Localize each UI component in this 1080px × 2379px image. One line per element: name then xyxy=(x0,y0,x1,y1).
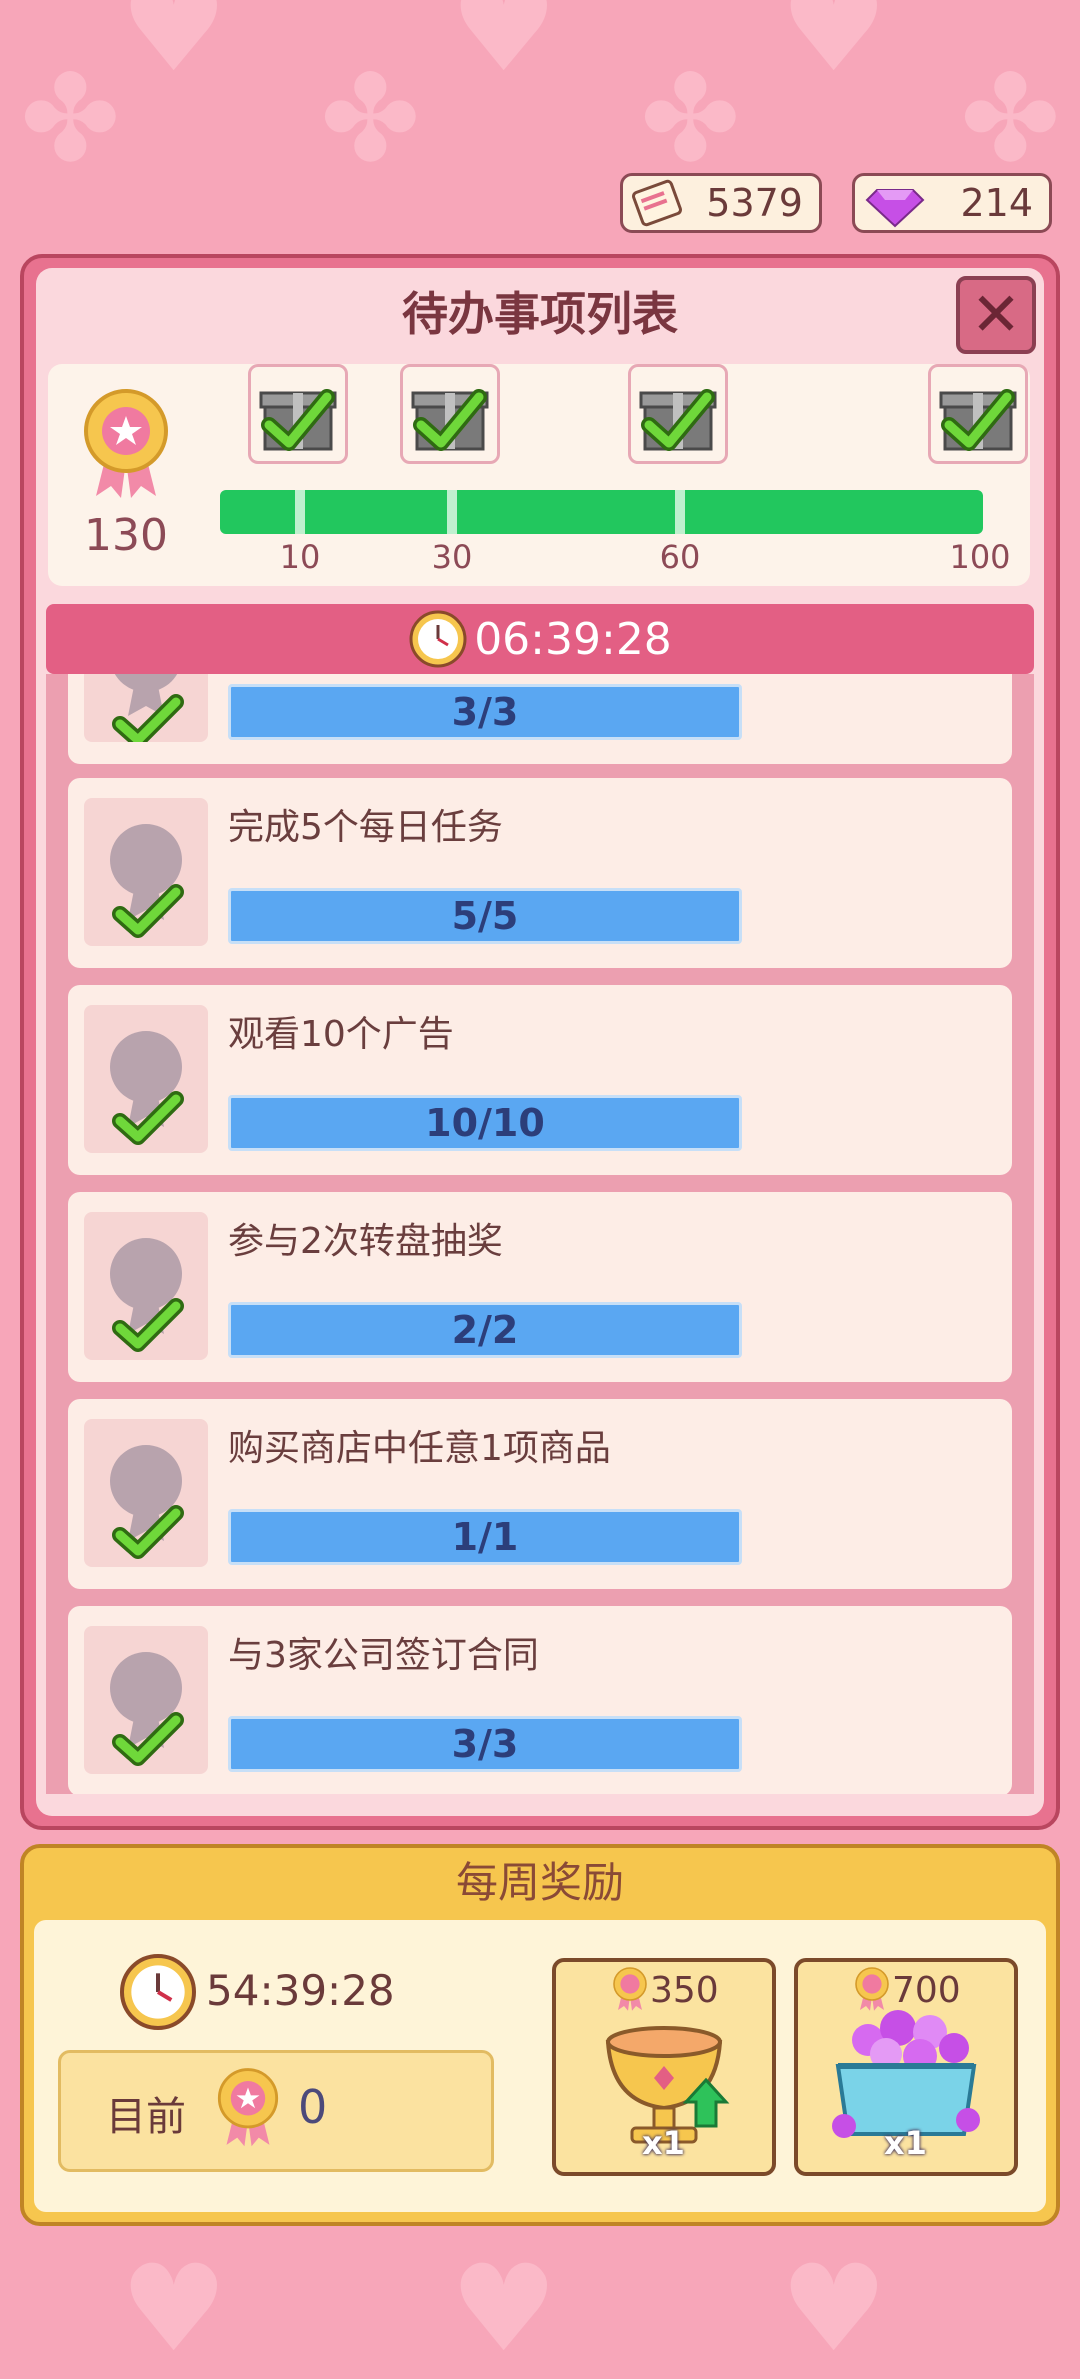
task-badge-icon xyxy=(84,674,208,748)
ticket-currency[interactable]: 5379 xyxy=(620,173,822,233)
background-heart-decoration: ♥ xyxy=(120,2240,228,2379)
task-name: 购买商店中任意1项商品 xyxy=(228,1428,611,1469)
task-name: 参与2次转盘抽奖 xyxy=(228,1221,503,1262)
task-item: 观看10个广告 10/10 xyxy=(68,985,1012,1175)
task-item: 3/3 xyxy=(68,674,1012,764)
medal-icon xyxy=(84,389,168,498)
milestone-gift-60[interactable] xyxy=(628,364,728,464)
close-button[interactable]: ✕ xyxy=(956,276,1036,354)
task-name: 观看10个广告 xyxy=(228,1014,454,1055)
reward-cost: 350 xyxy=(650,1970,719,2011)
task-list[interactable]: 3/3 完成5个每日任务 5/5 观看10个广告 10/10 参与2次转盘抽奖 … xyxy=(46,674,1034,1794)
task-name: 完成5个每日任务 xyxy=(228,807,503,848)
close-icon: ✕ xyxy=(970,280,1022,350)
task-progress-text: 3/3 xyxy=(451,1722,519,1766)
task-badge-icon xyxy=(84,798,208,946)
background-clover-decoration: ✤ xyxy=(320,50,421,189)
background-heart-decoration: ♥ xyxy=(780,2240,888,2379)
points-progress-bar xyxy=(220,490,983,534)
claimed-gift-icon xyxy=(259,389,337,451)
milestone-gift-30[interactable] xyxy=(400,364,500,464)
milestone-tick xyxy=(675,490,685,534)
gem-count: 214 xyxy=(960,181,1033,225)
task-badge-icon xyxy=(84,1419,208,1567)
daily-timer: 06:39:28 xyxy=(0,604,1080,674)
task-item: 参与2次转盘抽奖 2/2 xyxy=(68,1192,1012,1382)
current-points-label: 目前 xyxy=(106,2094,186,2140)
reward-quantity: x1 xyxy=(642,2124,685,2162)
background-clover-decoration: ✤ xyxy=(640,50,741,189)
reward-cost: 700 xyxy=(892,1970,961,2011)
current-points-value: 0 xyxy=(298,2080,328,2134)
milestone-gift-100[interactable] xyxy=(928,364,1028,464)
background-heart-decoration: ♥ xyxy=(780,0,888,99)
claimed-gift-icon xyxy=(939,389,1017,451)
background-clover-decoration: ✤ xyxy=(960,50,1061,189)
clock-icon xyxy=(409,610,467,668)
background-clover-decoration: ✤ xyxy=(20,50,121,189)
daily-timer-text: 06:39:28 xyxy=(474,613,672,665)
claimed-gift-icon xyxy=(411,389,489,451)
milestone-gift-10[interactable] xyxy=(248,364,348,464)
task-progress-text: 10/10 xyxy=(425,1101,545,1145)
task-badge-icon xyxy=(84,1005,208,1153)
reward-quantity: x1 xyxy=(884,2124,927,2162)
medal-icon xyxy=(217,2068,279,2147)
task-name: 与3家公司签订合同 xyxy=(228,1635,539,1676)
points-progress-card xyxy=(48,364,1030,586)
task-progress-text: 1/1 xyxy=(451,1515,519,1559)
task-progress-text: 3/3 xyxy=(451,690,519,734)
ticket-count: 5379 xyxy=(706,181,803,225)
task-badge-icon xyxy=(84,1626,208,1774)
claimed-gift-icon xyxy=(639,389,717,451)
medal-icon xyxy=(613,1967,647,2011)
points-value: 130 xyxy=(84,510,168,561)
milestone-tick xyxy=(295,490,305,534)
medal-icon xyxy=(855,1967,889,2011)
gem-icon xyxy=(865,189,925,228)
ticket-icon xyxy=(632,179,682,227)
page-title: 待办事项列表 xyxy=(402,287,678,341)
task-progress-text: 2/2 xyxy=(451,1308,519,1352)
weekly-timer: 54:39:28 xyxy=(206,1966,395,2015)
background-heart-decoration: ♥ xyxy=(450,0,558,99)
gem-currency[interactable]: 214 xyxy=(852,173,1052,233)
milestone-label: 30 xyxy=(431,538,473,576)
clock-icon xyxy=(120,1954,196,2030)
milestone-label: 10 xyxy=(279,538,321,576)
task-item: 完成5个每日任务 5/5 xyxy=(68,778,1012,968)
task-item: 与3家公司签订合同 3/3 xyxy=(68,1606,1012,1794)
milestone-label: 100 xyxy=(949,538,1011,576)
milestone-tick xyxy=(447,490,457,534)
milestone-label: 60 xyxy=(659,538,701,576)
background-heart-decoration: ♥ xyxy=(450,2240,558,2379)
task-progress-text: 5/5 xyxy=(451,894,519,938)
task-badge-icon xyxy=(84,1212,208,1360)
weekly-rewards-title: 每周奖励 xyxy=(455,1858,624,1907)
task-item: 购买商店中任意1项商品 1/1 xyxy=(68,1399,1012,1589)
background-heart-decoration: ♥ xyxy=(120,0,228,99)
